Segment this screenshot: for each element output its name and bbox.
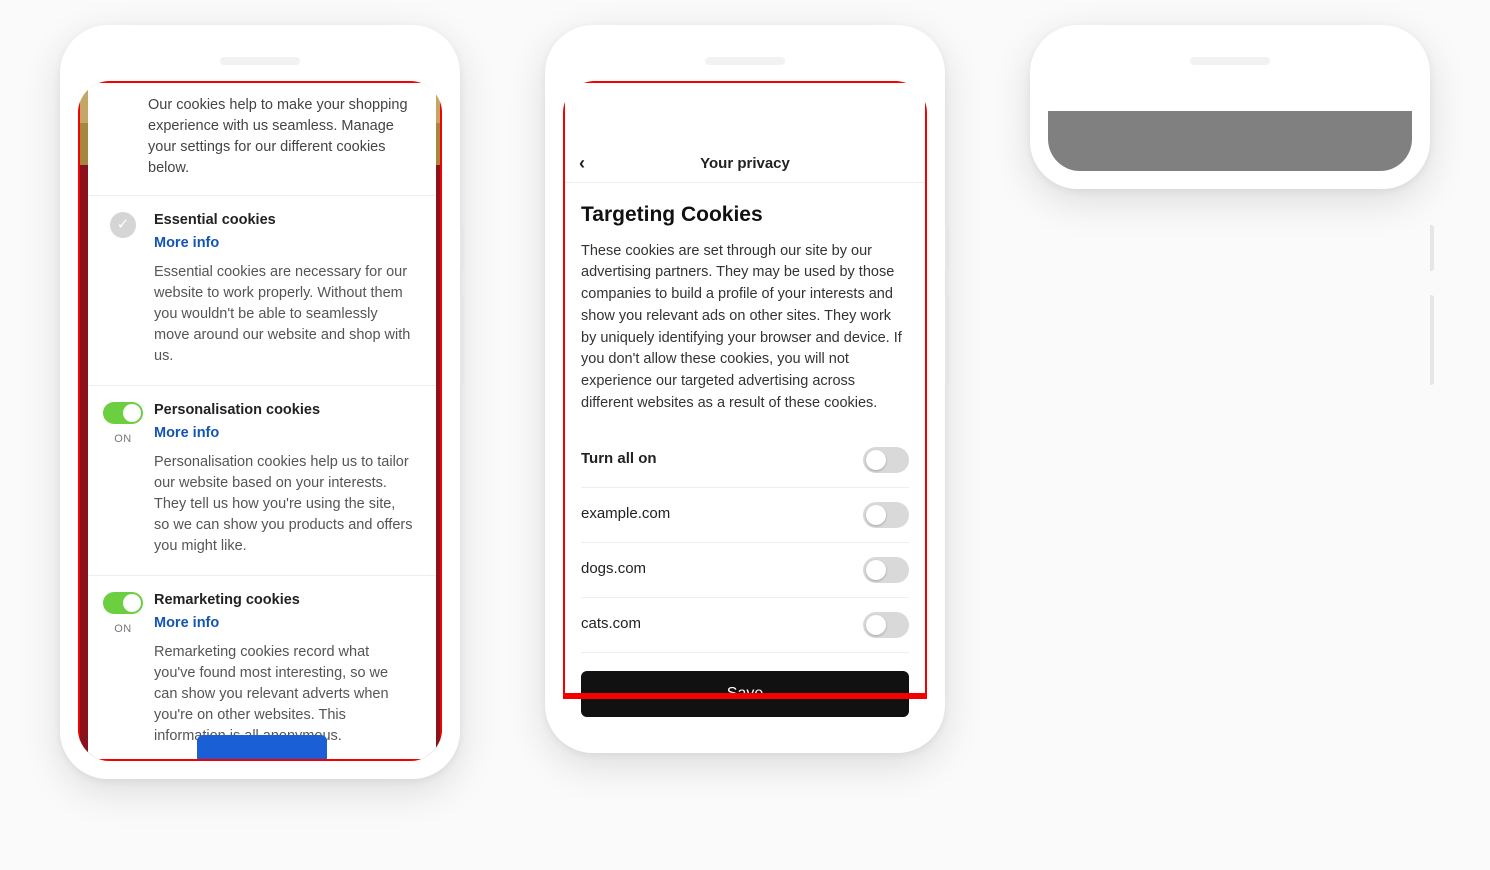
cookie-intro-text: Our cookies help to make your shopping e… — [88, 81, 436, 196]
page-background-bar — [1048, 111, 1412, 171]
section-body: Remarketing cookies record what you've f… — [154, 642, 414, 747]
cookie-section-remarketing: ON Remarketing cookies More info Remarke… — [88, 576, 436, 761]
modal-header: ‹ Your privacy — [563, 145, 927, 183]
phone-side-button — [945, 225, 949, 271]
row-label: example.com — [581, 503, 670, 526]
toggle-row: example.com — [581, 488, 909, 543]
phone-side-button — [460, 295, 464, 385]
section-title: Remarketing cookies — [154, 590, 414, 611]
header-title: Your privacy — [700, 155, 790, 172]
more-info-link[interactable]: More info — [154, 423, 414, 444]
section-title: Essential cookies — [154, 210, 414, 231]
save-button[interactable]: Save — [581, 671, 909, 717]
phone-mockup-2: ‹ Your privacy Targeting Cookies These c… — [545, 25, 945, 753]
section-body: Personalisation cookies help us to tailo… — [154, 452, 414, 557]
toggle-on-icon[interactable] — [103, 592, 143, 614]
phone-mockup-3: We and our partners store or access info… — [1030, 25, 1430, 189]
toggle-state-label: ON — [114, 622, 132, 638]
check-icon: ✓ — [110, 212, 136, 238]
phone-side-button — [1430, 225, 1434, 271]
page-body-text: These cookies are set through our site b… — [581, 241, 909, 415]
back-icon[interactable]: ‹ — [579, 153, 585, 174]
toggle-state-label: ON — [114, 432, 132, 448]
toggle-row: cats.com — [581, 598, 909, 653]
switch-toggle[interactable] — [863, 612, 909, 638]
section-body: Essential cookies are necessary for our … — [154, 262, 414, 367]
switch-toggle[interactable] — [863, 557, 909, 583]
phone-speaker — [705, 57, 785, 65]
toggle-row: dogs.com — [581, 543, 909, 598]
phone-speaker — [1190, 57, 1270, 65]
toggle-row-turn-all-on: Turn all on — [581, 433, 909, 488]
cookie-settings-panel: Our cookies help to make your shopping e… — [88, 81, 436, 761]
phone-side-button — [460, 225, 464, 271]
more-info-link[interactable]: More info — [154, 233, 414, 254]
phone-screen-1: Our cookies help to make your shopping e… — [78, 81, 442, 761]
row-label: dogs.com — [581, 558, 646, 581]
more-info-link[interactable]: More info — [154, 613, 414, 634]
phone-screen-2: ‹ Your privacy Targeting Cookies These c… — [563, 81, 927, 735]
switch-toggle[interactable] — [863, 447, 909, 473]
phone-side-button — [1430, 295, 1434, 385]
phone-side-button — [945, 295, 949, 385]
switch-toggle[interactable] — [863, 502, 909, 528]
toggle-list: Turn all on example.com dogs.com cats.co… — [581, 433, 909, 653]
row-label: Turn all on — [581, 448, 657, 471]
phone-speaker — [220, 57, 300, 65]
row-label: cats.com — [581, 613, 641, 636]
save-button[interactable] — [197, 735, 327, 761]
page-title: Targeting Cookies — [581, 199, 909, 231]
section-title: Personalisation cookies — [154, 400, 414, 421]
phone-mockup-1: Our cookies help to make your shopping e… — [60, 25, 460, 779]
toggle-on-icon[interactable] — [103, 402, 143, 424]
phone-screen-3: We and our partners store or access info… — [1048, 81, 1412, 171]
cookie-section-essential: ✓ Essential cookies More info Essential … — [88, 196, 436, 386]
cookie-section-personalisation: ON Personalisation cookies More info Per… — [88, 386, 436, 576]
